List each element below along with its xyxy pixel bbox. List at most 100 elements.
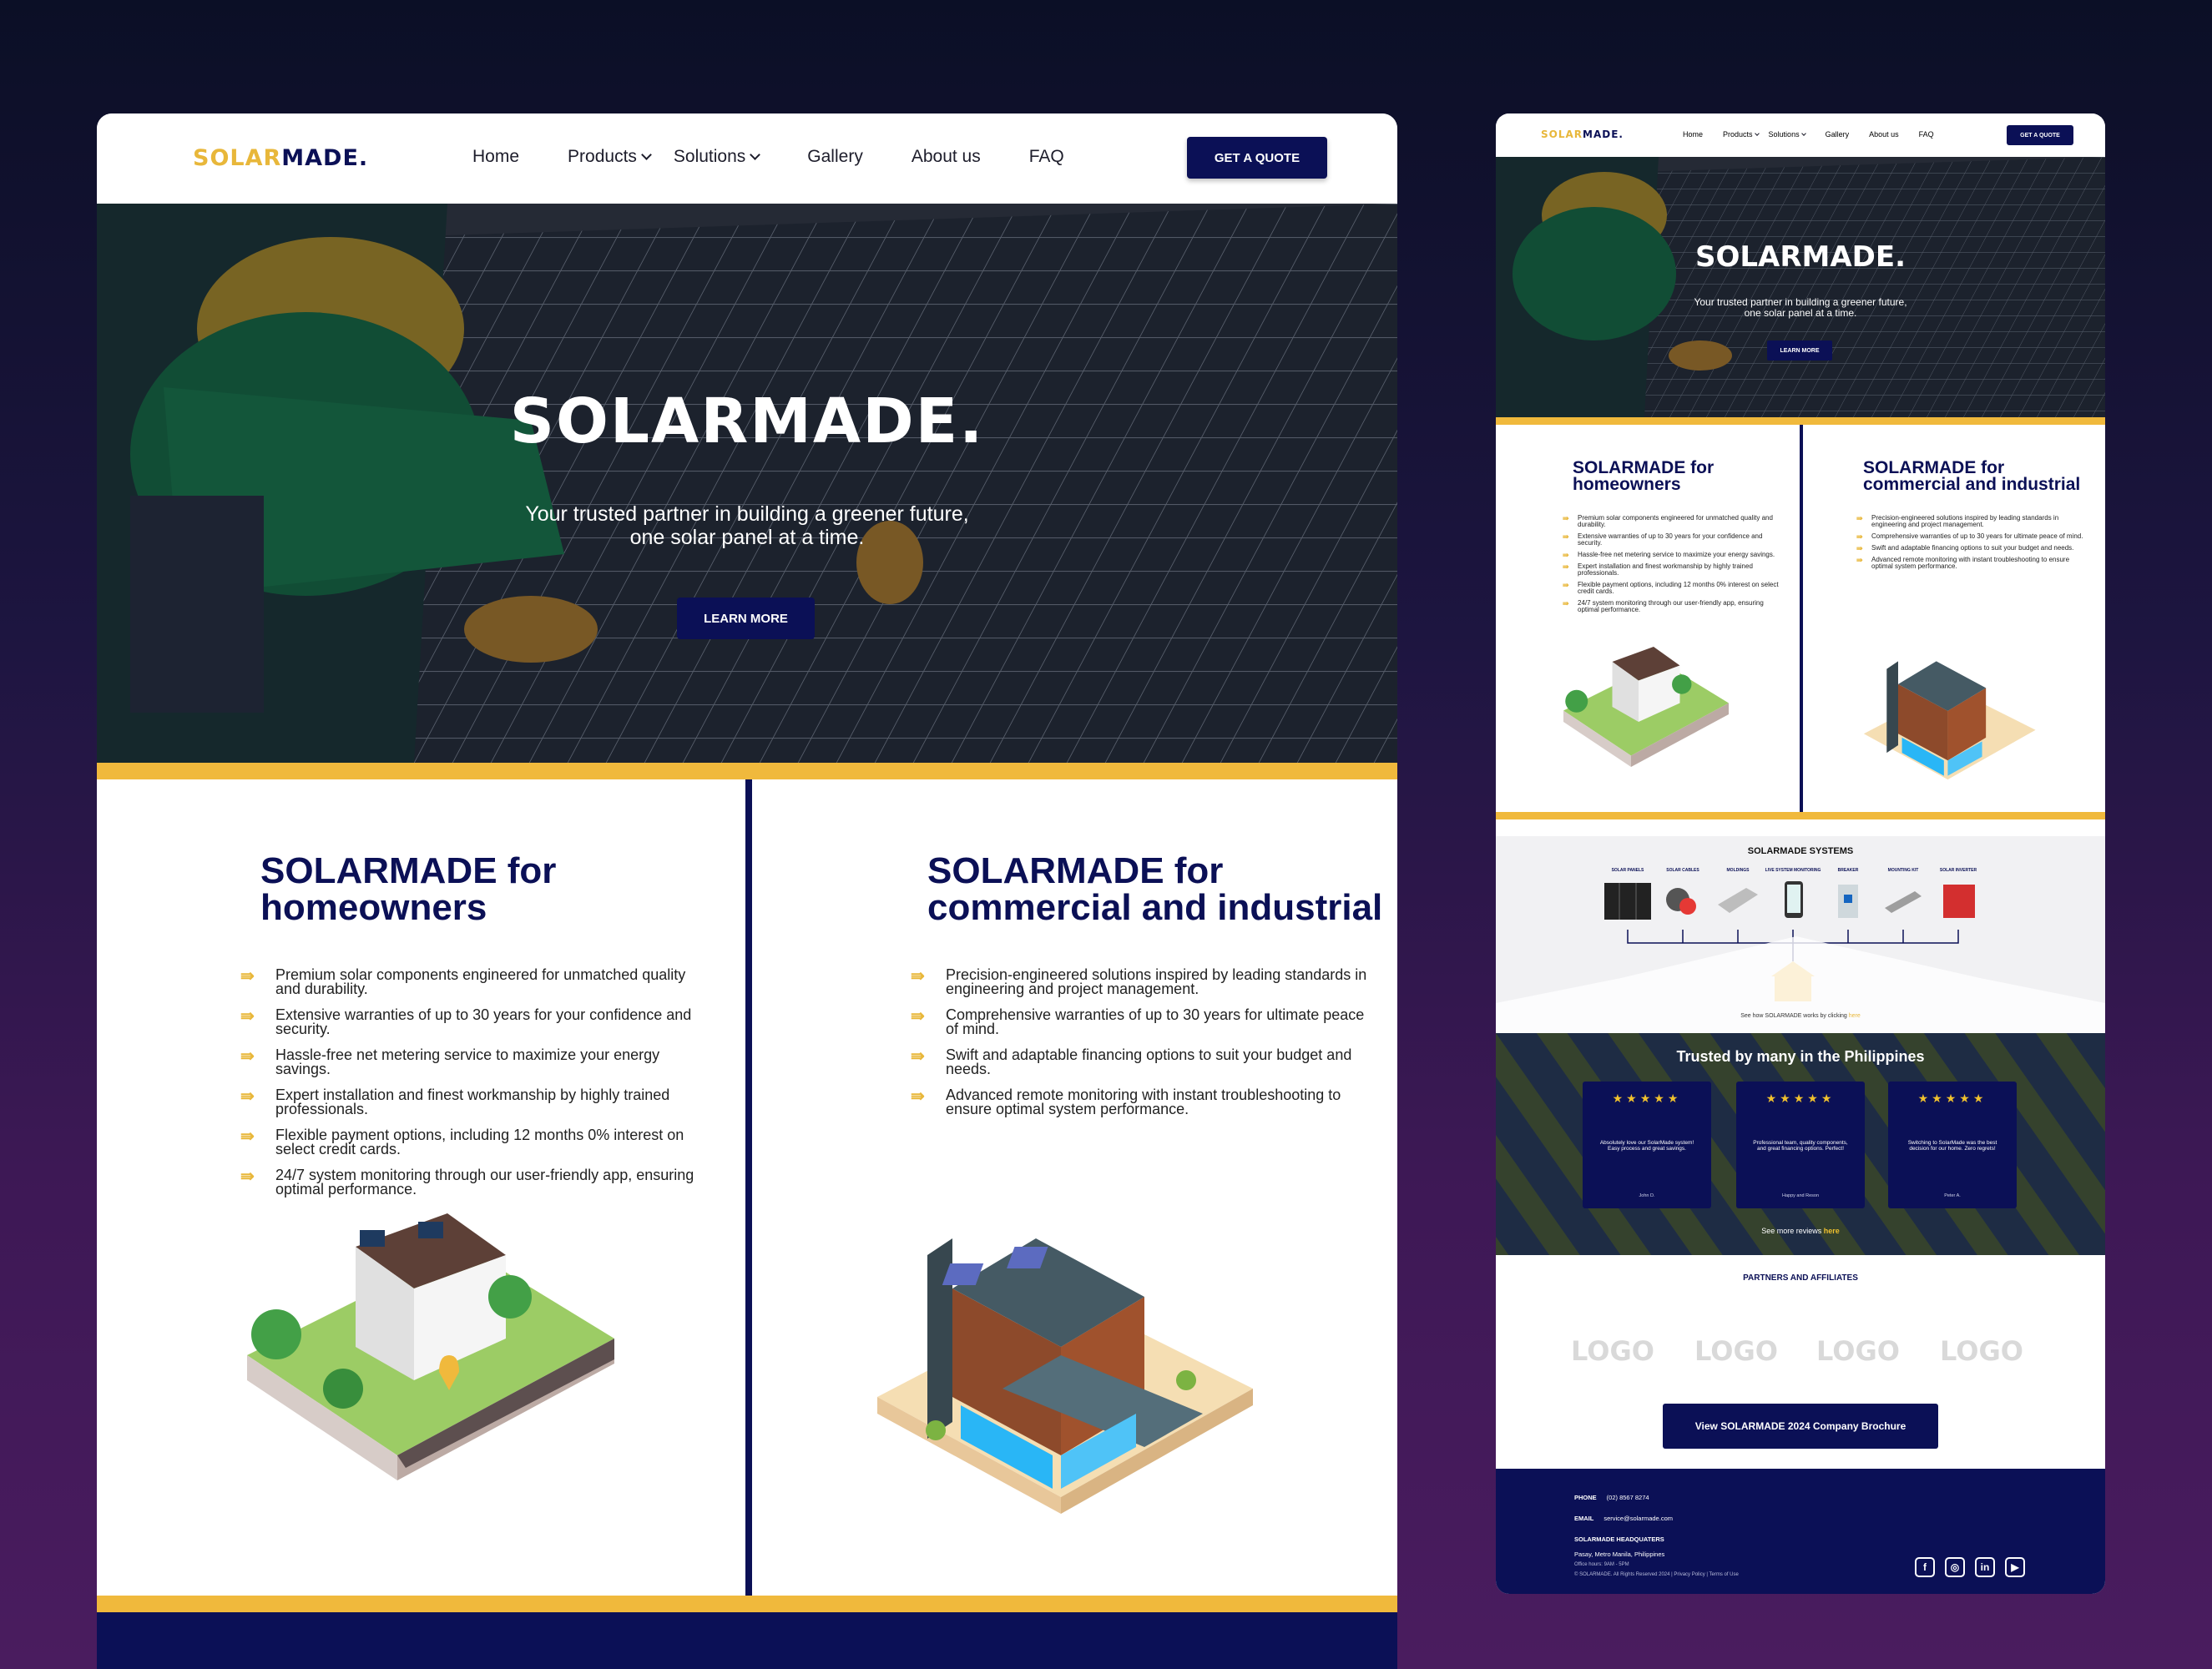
reviews-title: Trusted by many in the Philippines bbox=[1676, 1048, 1925, 1065]
list-item: ⇛ Flexible payment options, including 12 … bbox=[1563, 581, 1779, 595]
arrow-icon: ⇛ bbox=[1856, 556, 1863, 564]
systems-section: SOLARMADE SYSTEMS SOLAR PANELS SOLAR CAB… bbox=[1496, 836, 2105, 1033]
linkedin-icon[interactable]: in bbox=[1975, 1557, 1995, 1577]
arrow-icon: ⇛ bbox=[1856, 544, 1863, 552]
hero-subtitle: Your trusted partner in building a green… bbox=[525, 502, 969, 549]
list-item: ⇛ Comprehensive warranties of up to 30 ye… bbox=[1856, 532, 2083, 541]
arrow-icon: ⇛ bbox=[240, 967, 255, 986]
brochure-button[interactable]: View SOLARMADE 2024 Company Brochure bbox=[1663, 1404, 1938, 1449]
column-divider bbox=[745, 779, 752, 1596]
nav-home[interactable]: Home bbox=[1683, 130, 1703, 139]
arrow-icon: ⇛ bbox=[911, 1087, 925, 1106]
phone-number: (02) 8567 8274 bbox=[1606, 1494, 1649, 1501]
review-card: ★★★★★ Professional team, quality componen… bbox=[1736, 1082, 1865, 1208]
systems-caption: See how SOLARMADE works by clicking here bbox=[1740, 1013, 1861, 1019]
nav-about[interactable]: About us bbox=[1869, 130, 1899, 139]
learn-more-button[interactable]: LEARN MORE bbox=[1767, 340, 1832, 361]
get-quote-button[interactable]: GET A QUOTE bbox=[1187, 137, 1327, 179]
hero-title: SOLARMADE. bbox=[1694, 240, 1906, 274]
hero-subtitle: Your trusted partner in building a green… bbox=[1694, 296, 1907, 319]
navbar: SOLARMADE. Home Products Solutions Galle… bbox=[1496, 113, 2105, 157]
list-item: ⇛ Flexible payment options, including 12 … bbox=[240, 1127, 684, 1157]
arrow-icon: ⇛ bbox=[1563, 599, 1569, 608]
arrow-icon: ⇛ bbox=[240, 1127, 255, 1146]
commercial-title: SOLARMADE for commercial and industrial bbox=[1863, 458, 2081, 494]
nav-gallery[interactable]: Gallery bbox=[1826, 130, 1850, 139]
nav-products[interactable]: Products bbox=[1723, 130, 1760, 139]
homeowners-title: SOLARMADE for homeowners bbox=[260, 850, 557, 928]
arrow-icon: ⇛ bbox=[1563, 581, 1569, 589]
arrow-icon: ⇛ bbox=[911, 1047, 925, 1066]
nav-home[interactable]: Home bbox=[472, 147, 519, 167]
homeowners-benefits: ⇛ Premium solar components engineered for… bbox=[1563, 515, 1780, 618]
office-hours: Office hours: 9AM - 5PM bbox=[1574, 1562, 1629, 1567]
facebook-icon[interactable]: f bbox=[1915, 1557, 1935, 1577]
nav-products[interactable]: Products bbox=[568, 147, 652, 167]
arrow-icon: ⇛ bbox=[1563, 562, 1569, 571]
hero-banner: SOLARMADE. Your trusted partner in build… bbox=[97, 204, 1397, 763]
chevron-down-icon bbox=[641, 149, 652, 160]
partners-section: PARTNERS AND AFFILIATES LOGO LOGO LOGO L… bbox=[1496, 1255, 2105, 1469]
list-item: ⇛ Advanced remote monitoring with instant… bbox=[1856, 556, 2070, 570]
get-quote-button[interactable]: GET A QUOTE bbox=[2007, 125, 2073, 145]
hero-title: SOLARMADE. bbox=[509, 386, 985, 457]
commercial-section: SOLARMADE for commercial and industrial ⇛… bbox=[752, 779, 1397, 1596]
commercial-benefits: ⇛ Precision-engineered solutions inspired… bbox=[911, 967, 1378, 1128]
more-reviews-link[interactable]: here bbox=[1824, 1227, 1840, 1235]
commercial-benefits: ⇛ Precision-engineered solutions inspired… bbox=[1856, 515, 2090, 575]
list-item: ⇛ 24/7 system monitoring through our user… bbox=[1563, 599, 1764, 613]
reviews-section: Trusted by many in the Philippines ★★★★★… bbox=[1496, 1033, 2105, 1255]
star-rating: ★★★★★ bbox=[1765, 1092, 1836, 1105]
arrow-icon: ⇛ bbox=[240, 1167, 255, 1186]
nav-menu: Home Products Solutions Gallery About us… bbox=[472, 147, 1064, 167]
arrow-icon: ⇛ bbox=[911, 967, 925, 986]
hero-banner: SOLARMADE. Your trusted partner in build… bbox=[1496, 157, 2105, 417]
arrow-icon: ⇛ bbox=[1563, 551, 1569, 559]
partners-title: PARTNERS AND AFFILIATES bbox=[1743, 1273, 1858, 1283]
homeowners-benefits: ⇛ Premium solar components engineered for… bbox=[240, 967, 708, 1208]
arrow-icon: ⇛ bbox=[1563, 514, 1569, 522]
hq-label: SOLARMADE HEADQUATERS bbox=[1574, 1535, 1664, 1543]
youtube-icon[interactable]: ▶ bbox=[2005, 1557, 2025, 1577]
list-item: ⇛ Premium solar components engineered for… bbox=[1563, 514, 1773, 528]
logo[interactable]: SOLARMADE. bbox=[1541, 129, 1624, 140]
email-link[interactable]: service@solarmade.com bbox=[1603, 1515, 1673, 1522]
instagram-icon[interactable]: ◎ bbox=[1945, 1557, 1965, 1577]
nav-gallery[interactable]: Gallery bbox=[807, 147, 863, 167]
desktop-mockup: SOLARMADE. Home Products Solutions Galle… bbox=[97, 113, 1397, 1669]
arrow-icon: ⇛ bbox=[1856, 532, 1863, 541]
logo[interactable]: SOLARMADE. bbox=[193, 145, 368, 171]
nav-about[interactable]: About us bbox=[912, 147, 981, 167]
nav-menu: Home Products Solutions Gallery About us… bbox=[1683, 130, 1934, 139]
nav-solutions[interactable]: Solutions bbox=[1769, 130, 1806, 139]
list-item: ⇛ 24/7 system monitoring through our user… bbox=[240, 1167, 694, 1198]
list-item: ⇛ Expert installation and finest workmans… bbox=[1563, 562, 1753, 577]
navbar: SOLARMADE. Home Products Solutions Galle… bbox=[97, 113, 1397, 204]
homeowners-section: SOLARMADE for homeowners ⇛ Premium solar c… bbox=[1496, 425, 1800, 812]
review-card: ★★★★★ Switching to SolarMade was the best… bbox=[1888, 1082, 2017, 1208]
nav-solutions[interactable]: Solutions bbox=[674, 147, 761, 167]
building-illustration bbox=[877, 1238, 1253, 1514]
list-item: ⇛ Hassle-free net metering service to max… bbox=[240, 1046, 660, 1077]
more-reviews: See more reviews here bbox=[1761, 1227, 1840, 1235]
nav-faq[interactable]: FAQ bbox=[1029, 147, 1064, 167]
arrow-icon: ⇛ bbox=[240, 1007, 255, 1026]
accent-band bbox=[1496, 812, 2105, 819]
systems-link[interactable]: here bbox=[1849, 1013, 1861, 1019]
house-illustration bbox=[1563, 647, 1729, 767]
learn-more-button[interactable]: LEARN MORE bbox=[677, 598, 815, 639]
arrow-icon: ⇛ bbox=[1856, 514, 1863, 522]
arrow-icon: ⇛ bbox=[911, 1007, 925, 1026]
hq-address: Pasay, Metro Manila, Philippines bbox=[1574, 1551, 1665, 1558]
nav-faq[interactable]: FAQ bbox=[1919, 130, 1934, 139]
partner-logo: LOGO bbox=[1571, 1335, 1654, 1367]
commercial-section: SOLARMADE for commercial and industrial ⇛… bbox=[1803, 425, 2105, 812]
list-item: ⇛ Precision-engineered solutions inspired… bbox=[1856, 514, 2059, 528]
list-item: ⇛ Advanced remote monitoring with instant… bbox=[911, 1087, 1341, 1117]
partner-logo: LOGO bbox=[1816, 1335, 1900, 1367]
footer: PHONE (02) 8567 8274 EMAIL service@solarma… bbox=[1496, 1469, 2105, 1594]
copyright: © SOLARMADE. All Rights Reserved 2024 | … bbox=[1574, 1572, 1739, 1577]
full-page-mockup: SOLARMADE. Home Products Solutions Galle… bbox=[1496, 113, 2105, 1594]
building-illustration bbox=[1863, 661, 2036, 780]
accent-band bbox=[97, 1596, 1397, 1612]
